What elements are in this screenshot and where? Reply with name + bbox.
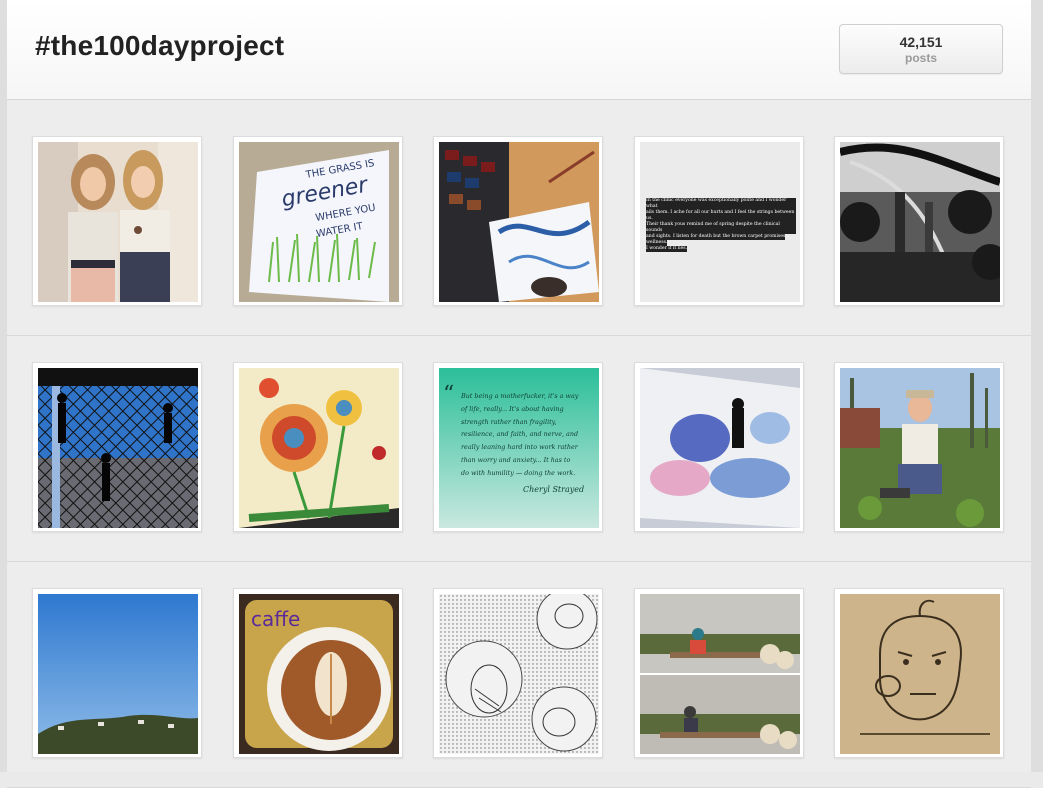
photo-tile[interactable]: [433, 136, 603, 306]
photo-tile[interactable]: THE GRASS IS greener WHERE YOU WATER IT: [233, 136, 403, 306]
photo-face-sketch: [840, 594, 1000, 754]
photo-tile[interactable]: [634, 362, 804, 532]
photo-blue-sky: [38, 594, 198, 754]
photo-flower-drawing: [239, 368, 399, 528]
photo-dotted-birds: [439, 594, 599, 754]
photo-child-swing: [640, 594, 800, 754]
photo-row-3: caffe: [7, 562, 1031, 788]
right-scroll-gutter: [1031, 0, 1043, 772]
photo-tile[interactable]: [233, 362, 403, 532]
photo-tile[interactable]: [634, 588, 804, 758]
photo-tile[interactable]: [32, 588, 202, 758]
photo-tile[interactable]: [32, 362, 202, 532]
post-count-badge[interactable]: 42,151 posts: [839, 24, 1003, 74]
svg-text:caffe: caffe: [251, 607, 300, 631]
quote-signature: Cheryl Strayed: [523, 485, 585, 494]
photo-watercolor-palette: [439, 142, 599, 302]
photo-quote-card: “ But being a motherfucker, it's a way o…: [439, 368, 599, 528]
photo-hand-lettering: THE GRASS IS greener WHERE YOU WATER IT: [239, 142, 399, 302]
photo-watercolor-figure: [640, 368, 800, 528]
photo-tile[interactable]: [433, 588, 603, 758]
photo-man-field: [840, 368, 1000, 528]
post-count-label: posts: [904, 51, 937, 65]
photo-text-poem: In the clinic everyone was exceptionally…: [640, 142, 800, 302]
photo-bridge: [840, 142, 1000, 302]
photo-tile[interactable]: [834, 588, 1004, 758]
quote-mark: “: [443, 382, 455, 407]
photo-tile[interactable]: [32, 136, 202, 306]
tag-header: #the100dayproject 42,151 posts: [7, 0, 1031, 100]
photo-row-2: “ But being a motherfucker, it's a way o…: [7, 336, 1031, 562]
photo-fence-silhouettes: [38, 368, 198, 528]
photo-tile[interactable]: “ But being a motherfucker, it's a way o…: [433, 362, 603, 532]
photo-tile[interactable]: [834, 136, 1004, 306]
left-gutter: [0, 0, 7, 772]
photo-row-1: THE GRASS IS greener WHERE YOU WATER IT: [7, 110, 1031, 336]
photo-tile[interactable]: In the clinic everyone was exceptionally…: [634, 136, 804, 306]
photo-tile[interactable]: [834, 362, 1004, 532]
photo-two-girls: [38, 142, 198, 302]
photo-latte-art: caffe: [239, 594, 399, 754]
post-count-number: 42,151: [899, 34, 943, 50]
photo-tile[interactable]: caffe: [233, 588, 403, 758]
tag-page: #the100dayproject 42,151 posts THE GRASS…: [7, 0, 1031, 788]
hashtag-title: #the100dayproject: [35, 30, 285, 61]
